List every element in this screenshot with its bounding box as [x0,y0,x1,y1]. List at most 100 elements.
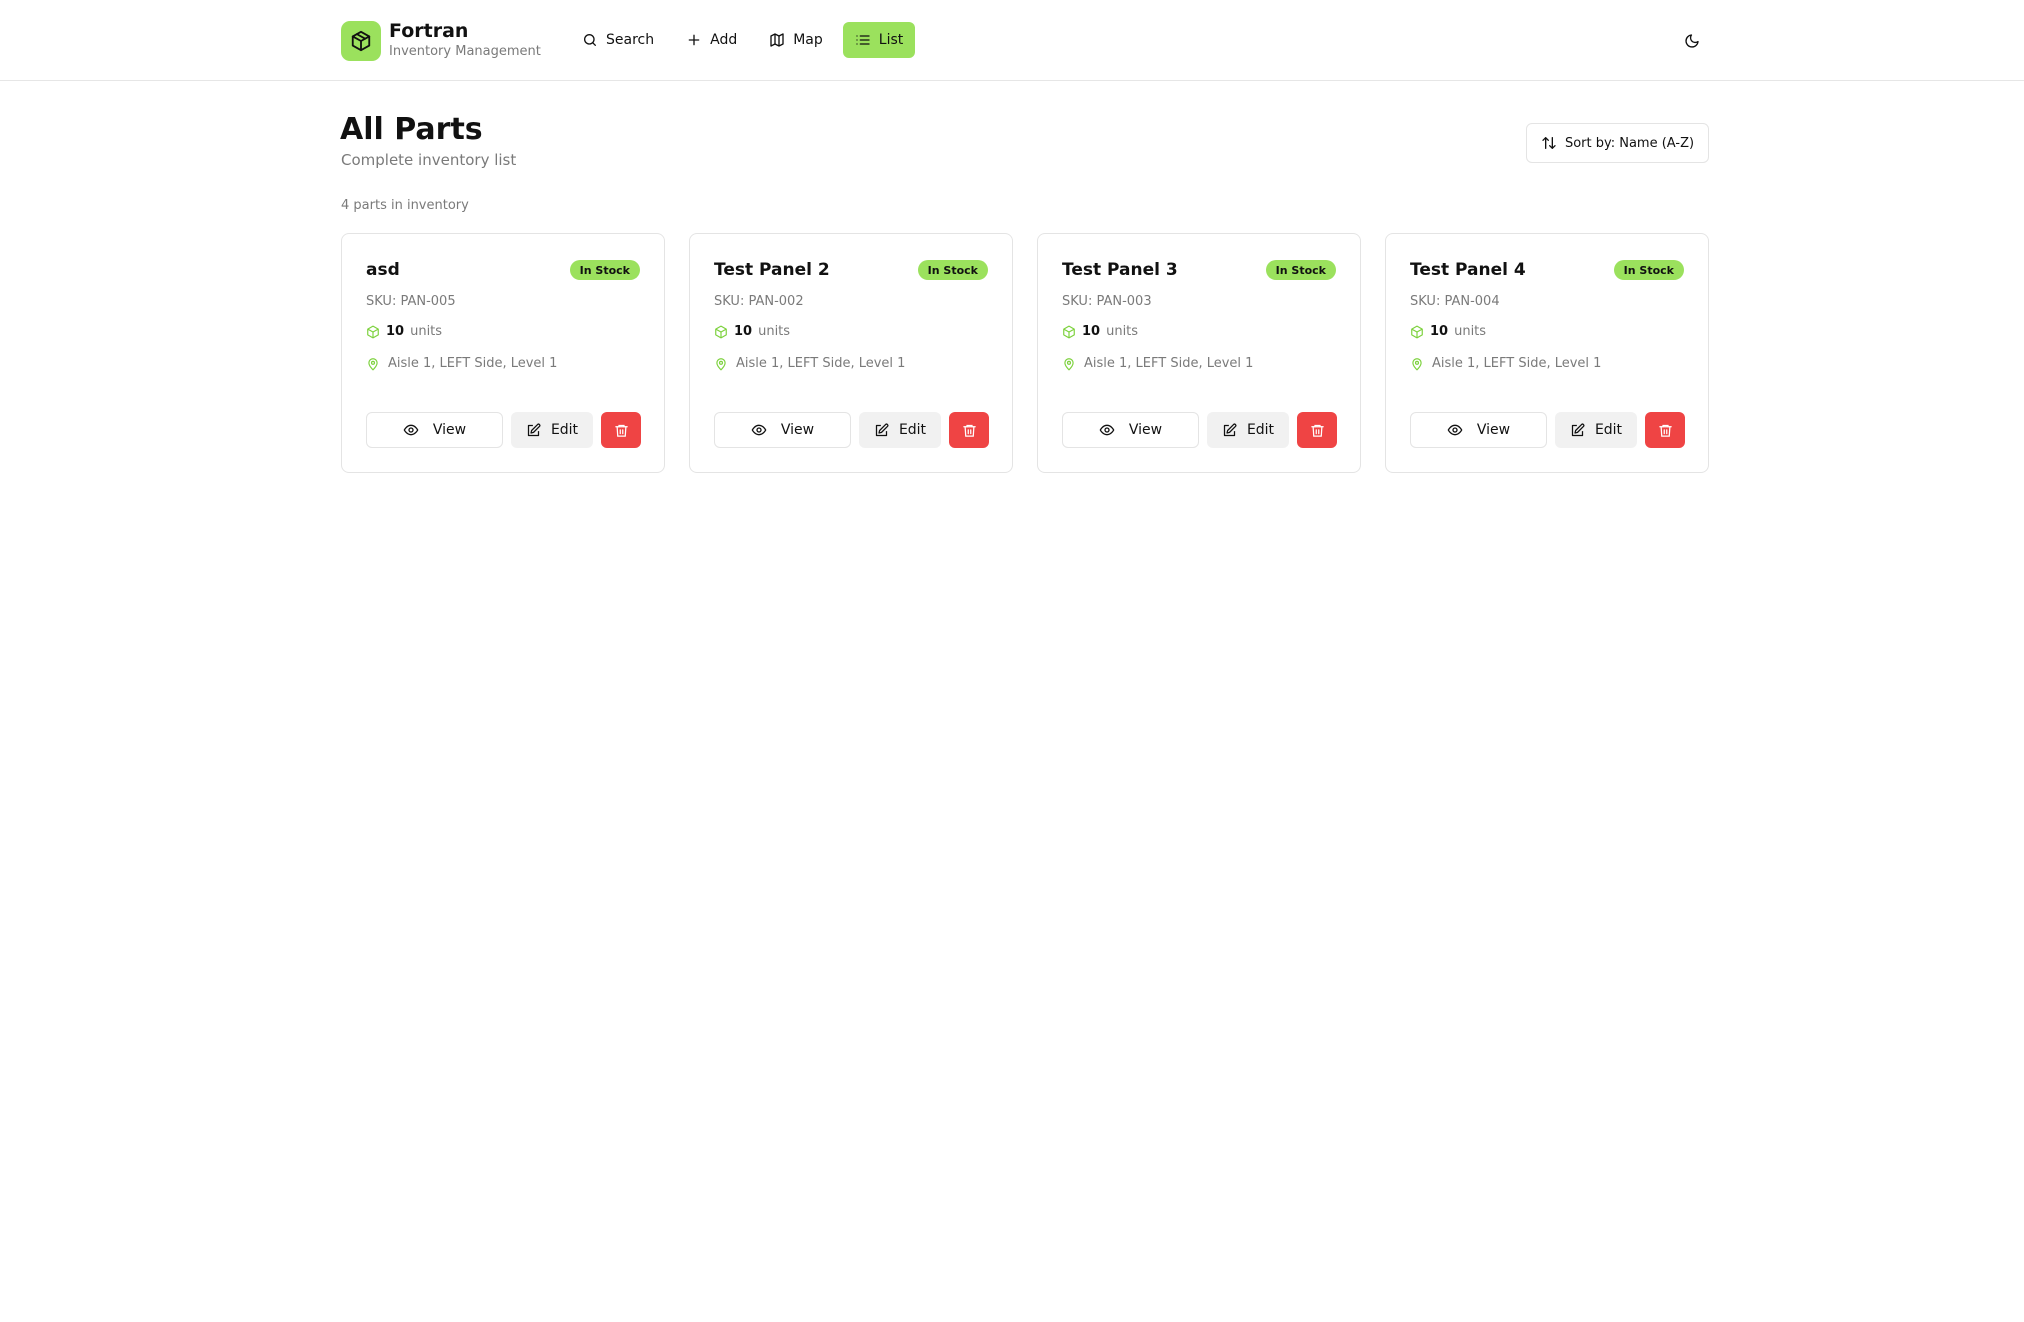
delete-button[interactable] [1297,412,1337,448]
part-quantity: 10 units [366,324,442,339]
edit-label: Edit [1246,422,1275,438]
view-button[interactable]: View [1062,412,1199,448]
part-quantity: 10 units [714,324,790,339]
eye-icon [1099,422,1115,438]
package-icon [1410,325,1424,339]
theme-toggle-button[interactable] [1677,26,1707,56]
status-badge: In Stock [1265,260,1336,280]
app-subtitle: Inventory Management [389,44,541,59]
nav-list[interactable]: List [842,22,916,58]
part-location: Aisle 1, LEFT Side, Level 1 [1062,356,1253,371]
page-title: All Parts [340,112,483,147]
nav-search-label: Search [606,32,655,48]
view-label: View [1128,422,1163,438]
quantity-unit: units [1454,324,1487,339]
sort-arrows-icon [1541,135,1557,151]
view-button[interactable]: View [366,412,503,448]
box-logo-icon [341,20,381,61]
plus-icon [686,32,702,48]
part-card: asd In Stock SKU: PAN-005 10 units Aisle… [341,233,665,473]
quantity-value: 10 [1082,324,1101,339]
delete-button[interactable] [601,412,641,448]
eye-icon [1447,422,1463,438]
map-pin-icon [1410,357,1424,371]
card-actions: View Edit [1062,412,1337,448]
trash-icon [962,423,977,438]
part-sku: SKU: PAN-003 [1062,294,1152,309]
quantity-value: 10 [386,324,405,339]
delete-button[interactable] [1645,412,1685,448]
status-badge: In Stock [917,260,988,280]
edit-icon [1570,423,1585,438]
card-actions: View Edit [714,412,989,448]
nav-list-label: List [878,32,904,48]
status-badge: In Stock [569,260,640,280]
quantity-value: 10 [1430,324,1449,339]
edit-button[interactable]: Edit [1555,412,1637,448]
map-icon [769,32,785,48]
page-subtitle: Complete inventory list [341,151,517,169]
parts-grid: asd In Stock SKU: PAN-005 10 units Aisle… [341,233,1709,473]
part-sku: SKU: PAN-005 [366,294,456,309]
inventory-count: 4 parts in inventory [341,198,469,213]
part-location: Aisle 1, LEFT Side, Level 1 [366,356,557,371]
moon-icon [1684,33,1700,49]
edit-icon [1222,423,1237,438]
map-pin-icon [714,357,728,371]
app-name: Fortran [389,20,469,42]
quantity-value: 10 [734,324,753,339]
view-button[interactable]: View [714,412,851,448]
edit-label: Edit [1594,422,1623,438]
sort-label: Sort by: Name (A-Z) [1564,135,1695,151]
list-icon [855,32,871,48]
trash-icon [1310,423,1325,438]
view-label: View [432,422,467,438]
location-text: Aisle 1, LEFT Side, Level 1 [1432,356,1602,371]
part-card: Test Panel 4 In Stock SKU: PAN-004 10 un… [1385,233,1709,473]
map-pin-icon [366,357,380,371]
package-icon [714,325,728,339]
part-name: Test Panel 4 [1410,260,1526,280]
edit-label: Edit [550,422,579,438]
part-card: Test Panel 2 In Stock SKU: PAN-002 10 un… [689,233,1013,473]
location-text: Aisle 1, LEFT Side, Level 1 [1084,356,1254,371]
brand[interactable]: Fortran Inventory Management [341,20,541,61]
quantity-unit: units [1106,324,1139,339]
package-icon [366,325,380,339]
view-button[interactable]: View [1410,412,1547,448]
edit-icon [874,423,889,438]
edit-button[interactable]: Edit [1207,412,1289,448]
nav-add-label: Add [710,32,738,48]
part-sku: SKU: PAN-004 [1410,294,1500,309]
part-quantity: 10 units [1062,324,1138,339]
trash-icon [614,423,629,438]
part-name: asd [366,260,400,280]
main-nav: Search Add Map List [570,22,916,58]
eye-icon [751,422,767,438]
nav-map[interactable]: Map [757,22,835,58]
part-card: Test Panel 3 In Stock SKU: PAN-003 10 un… [1037,233,1361,473]
map-pin-icon [1062,357,1076,371]
nav-search[interactable]: Search [570,22,666,58]
nav-map-label: Map [793,32,823,48]
part-name: Test Panel 2 [714,260,830,280]
trash-icon [1658,423,1673,438]
part-location: Aisle 1, LEFT Side, Level 1 [1410,356,1601,371]
search-icon [582,32,598,48]
quantity-unit: units [758,324,791,339]
card-actions: View Edit [366,412,641,448]
edit-label: Edit [898,422,927,438]
part-quantity: 10 units [1410,324,1486,339]
edit-icon [526,423,541,438]
part-location: Aisle 1, LEFT Side, Level 1 [714,356,905,371]
edit-button[interactable]: Edit [859,412,941,448]
nav-add[interactable]: Add [674,22,749,58]
package-icon [1062,325,1076,339]
location-text: Aisle 1, LEFT Side, Level 1 [736,356,906,371]
delete-button[interactable] [949,412,989,448]
sort-button[interactable]: Sort by: Name (A-Z) [1526,123,1709,163]
top-navigation-bar: Fortran Inventory Management Search Add … [0,0,2024,81]
status-badge: In Stock [1613,260,1684,280]
part-name: Test Panel 3 [1062,260,1178,280]
edit-button[interactable]: Edit [511,412,593,448]
